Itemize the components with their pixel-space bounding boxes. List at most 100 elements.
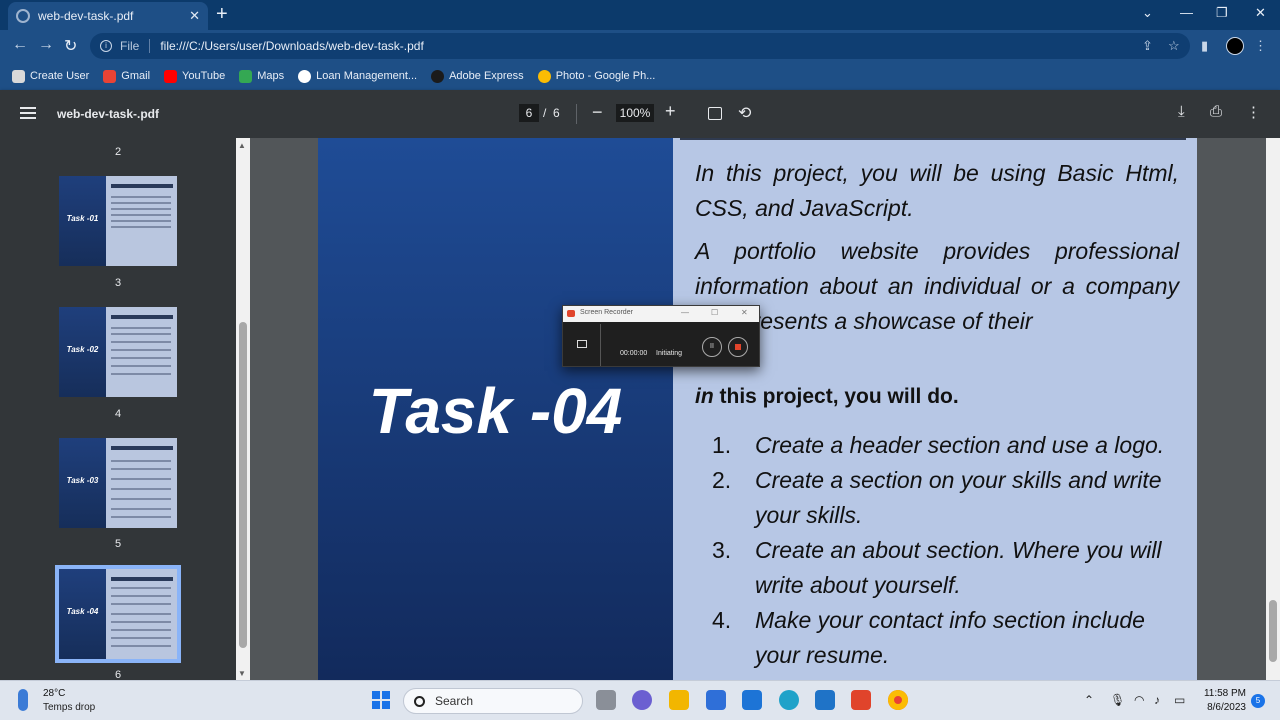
stop-button[interactable]: [728, 337, 748, 357]
profile-avatar[interactable]: [1226, 37, 1244, 55]
record-icon: [567, 310, 575, 317]
sidebar-scroll-thumb[interactable]: [239, 322, 247, 648]
camera-icon[interactable]: [851, 690, 871, 710]
thumbnail-label: Task -01: [66, 214, 99, 223]
thumbnail-page-5[interactable]: Task -03: [59, 438, 177, 528]
list-number: 1.: [712, 432, 732, 458]
pdf-title: web-dev-task-.pdf: [57, 107, 160, 121]
page-number-input[interactable]: 6: [519, 104, 539, 122]
browser-tab[interactable]: web-dev-task-.pdf ✕: [8, 2, 208, 30]
store-icon[interactable]: [706, 690, 726, 710]
back-arrow-icon[interactable]: ←: [12, 36, 28, 54]
list-number: 3.: [712, 537, 732, 563]
zoom-in-button[interactable]: +: [665, 101, 676, 122]
start-button[interactable]: [372, 691, 390, 709]
clock-time[interactable]: 11:58 PM: [1198, 688, 1246, 699]
thumbnail-line: [111, 460, 171, 462]
address-scheme: File: [120, 39, 140, 53]
bookmark-maps[interactable]: Maps: [239, 69, 285, 83]
wifi-icon[interactable]: ◠: [1134, 693, 1144, 707]
forward-arrow-icon[interactable]: →: [38, 36, 54, 54]
recorder-titlebar[interactable]: Screen Recorder — ☐ ✕: [563, 306, 759, 322]
document-view: Task -04 In this project, you will be us…: [250, 138, 1280, 680]
thumbnail-line: [111, 365, 171, 367]
thumbnail-page-3[interactable]: Task -01: [59, 176, 177, 266]
logo-square: [372, 701, 380, 709]
minimize-button[interactable]: —: [1180, 5, 1193, 20]
thumbnail-line: [111, 488, 171, 490]
recorder-close-icon[interactable]: ✕: [741, 308, 748, 317]
thumbnail-line: [111, 498, 171, 500]
thumbnail-page-6[interactable]: Task -04: [55, 565, 181, 663]
page-total: 6: [553, 106, 560, 120]
print-icon[interactable]: ⎙: [1210, 103, 1222, 120]
bookmark-adobe-express[interactable]: Adobe Express: [431, 69, 524, 83]
share-icon[interactable]: ⇪: [1142, 38, 1153, 54]
recorder-maximize-icon[interactable]: ☐: [711, 308, 718, 317]
fit-page-icon[interactable]: [708, 107, 722, 120]
microphone-icon[interactable]: 🎙: [1110, 693, 1125, 707]
document-scroll-thumb[interactable]: [1269, 600, 1277, 662]
battery-icon[interactable]: ▭: [1174, 693, 1185, 707]
vscode-icon[interactable]: [815, 690, 835, 710]
mail-icon[interactable]: [742, 690, 762, 710]
task-view-icon[interactable]: [596, 690, 616, 710]
thumbnail-line: [111, 220, 171, 222]
chrome-icon[interactable]: [888, 690, 908, 710]
thumbnail-line: [111, 349, 171, 351]
bookmark-label: Gmail: [121, 70, 151, 82]
recorder-minimize-icon[interactable]: —: [681, 308, 689, 317]
notification-badge[interactable]: 5: [1251, 694, 1265, 708]
new-tab-button[interactable]: +: [216, 4, 228, 24]
page-rule: [680, 138, 1186, 140]
zoom-input[interactable]: 100%: [616, 104, 654, 122]
volume-icon[interactable]: ♪: [1154, 693, 1160, 707]
weather-temperature[interactable]: 28°C: [43, 688, 65, 699]
maximize-button[interactable]: ❐: [1216, 5, 1228, 21]
recorder-status: Initiating: [656, 350, 683, 357]
document-scrollbar[interactable]: [1266, 138, 1280, 680]
file-explorer-icon[interactable]: [669, 690, 689, 710]
bookmark-create-user[interactable]: Create User: [12, 69, 89, 83]
recorder-title: Screen Recorder: [580, 309, 633, 316]
thumbnail-line: [111, 645, 171, 647]
close-window-button[interactable]: ✕: [1255, 5, 1266, 21]
thumbnail-line: [111, 202, 171, 204]
scroll-down-icon[interactable]: ▼: [238, 669, 246, 678]
bookmark-google-photos[interactable]: Photo - Google Ph...: [537, 69, 655, 83]
info-icon[interactable]: i: [100, 40, 112, 52]
teams-icon[interactable]: [632, 690, 652, 710]
adobe-icon: [431, 69, 445, 83]
scroll-up-icon[interactable]: ▲: [238, 141, 246, 150]
weather-condition[interactable]: Temps drop: [43, 702, 95, 713]
browser-menu-icon[interactable]: ⋮: [1254, 38, 1267, 54]
bookmark-star-icon[interactable]: ☆: [1168, 38, 1180, 54]
thumbnail-page-4[interactable]: Task -02: [59, 307, 177, 397]
thumbnail-line: [111, 613, 171, 615]
reload-icon[interactable]: ↻: [64, 36, 77, 56]
download-icon[interactable]: ⤓: [1178, 103, 1185, 120]
bookmark-loan-management[interactable]: Loan Management...: [298, 69, 417, 83]
more-options-icon[interactable]: ⋮: [1246, 103, 1261, 121]
menu-icon[interactable]: [20, 107, 36, 119]
address-url[interactable]: file:///C:/Users/user/Downloads/web-dev-…: [160, 39, 423, 53]
tab-search-icon[interactable]: ⌄: [1142, 5, 1153, 21]
zoom-out-button[interactable]: −: [592, 102, 603, 123]
address-bar[interactable]: i File file:///C:/Users/user/Downloads/w…: [90, 33, 1190, 59]
bookmark-label: Maps: [257, 70, 285, 82]
tab-close-icon[interactable]: ✕: [189, 8, 200, 24]
folder-icon[interactable]: [577, 340, 587, 348]
rotate-icon[interactable]: ⟲: [738, 103, 751, 123]
side-panel-icon[interactable]: ▮: [1201, 38, 1208, 54]
show-hidden-icons[interactable]: ⌃: [1084, 693, 1094, 707]
edge-icon[interactable]: [779, 690, 799, 710]
pause-button[interactable]: II: [702, 337, 722, 357]
folder-icon: [12, 69, 25, 83]
bookmark-youtube[interactable]: YouTube: [164, 69, 225, 83]
thermometer-icon[interactable]: [18, 689, 28, 711]
globe-icon: [298, 69, 312, 83]
list-item: 4. Make your contact info section include…: [712, 603, 1182, 673]
bookmark-gmail[interactable]: Gmail: [103, 69, 151, 83]
clock-date[interactable]: 8/6/2023: [1198, 702, 1246, 713]
taskbar-search[interactable]: Search: [403, 688, 583, 714]
